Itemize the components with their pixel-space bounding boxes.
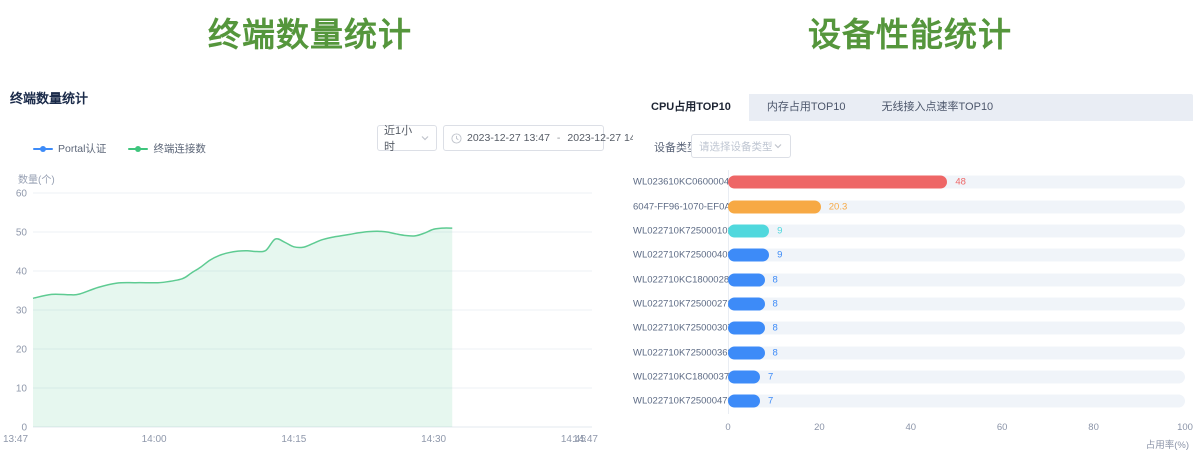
bar-label: WL022710K725000102: [633, 225, 721, 236]
legend-label: Portal认证: [58, 141, 106, 156]
x-axis-tick: 40: [906, 422, 917, 433]
time-range-select[interactable]: 近1小时: [377, 125, 437, 151]
bar[interactable]: [728, 249, 769, 262]
terminal-section-title: 终端数量统计: [0, 8, 620, 56]
bar[interactable]: [728, 200, 821, 213]
bar-track: [728, 395, 1185, 408]
tab-1[interactable]: 内存占用TOP10: [749, 94, 864, 121]
x-axis-tick: 80: [1088, 422, 1099, 433]
bar-value-label: 8: [773, 298, 778, 309]
bar-row: WL022710K725000272 8: [633, 292, 1193, 316]
chevron-down-icon: [420, 133, 430, 143]
bar[interactable]: [728, 322, 765, 335]
bar-value-label: 7: [768, 396, 773, 407]
device-type-placeholder: 请选择设备类型: [699, 139, 773, 154]
bar-value-label: 8: [773, 347, 778, 358]
bar-row: WL022710K725000102 9: [633, 219, 1193, 243]
bar[interactable]: [728, 224, 769, 237]
device-type-select[interactable]: 请选择设备类型: [691, 134, 791, 158]
x-axis-tick: 100: [1177, 422, 1193, 433]
svg-text:14:47: 14:47: [573, 434, 598, 445]
bar[interactable]: [728, 370, 760, 383]
bar-track: [728, 224, 1185, 237]
tab-2[interactable]: 无线接入点速率TOP10: [864, 94, 1012, 121]
legend-marker-icon: [128, 145, 148, 153]
tab-0[interactable]: CPU占用TOP10: [633, 94, 749, 121]
svg-text:60: 60: [16, 189, 28, 200]
svg-text:20: 20: [16, 345, 28, 356]
dashboard: 终端数量统计 设备性能统计 终端数量统计 近1小时 2023-12-27 13:…: [0, 0, 1200, 456]
legend-item-0[interactable]: Portal认证: [33, 141, 106, 156]
bar-track: [728, 370, 1185, 383]
bar-value-label: 48: [955, 177, 966, 188]
bar[interactable]: [728, 346, 765, 359]
date-range-picker[interactable]: 2023-12-27 13:47 - 2023-12-27 14:47: [443, 125, 604, 151]
bar-label: WL022710K725000272: [633, 298, 721, 309]
terminal-panel-title: 终端数量统计: [10, 88, 88, 107]
bar-track: [728, 297, 1185, 310]
bar-chart-x-axis: 0 20 40 60 80 100: [633, 422, 1193, 434]
bar-track: [728, 346, 1185, 359]
svg-text:30: 30: [16, 306, 28, 317]
x-axis-tick: 20: [814, 422, 825, 433]
tab-bar: CPU占用TOP10内存占用TOP10无线接入点速率TOP10: [633, 94, 1193, 121]
bar[interactable]: [728, 395, 760, 408]
svg-text:50: 50: [16, 228, 28, 239]
svg-text:13:47: 13:47: [3, 434, 28, 445]
bar-row: WL022710K725000307 8: [633, 316, 1193, 340]
x-axis-tick: 60: [997, 422, 1008, 433]
bar-row: WL022710K725000409 9: [633, 243, 1193, 267]
svg-text:14:30: 14:30: [421, 434, 446, 445]
bar-value-label: 8: [773, 274, 778, 285]
bar-row: WL022710K725000369 8: [633, 340, 1193, 364]
bar-value-label: 9: [777, 225, 782, 236]
bar-label: WL022710K725000369: [633, 347, 721, 358]
date-start: 2023-12-27 13:47: [467, 132, 550, 144]
bar-label: WL022710K725000470: [633, 396, 721, 407]
bar-label: WL023610KC06000043: [633, 177, 721, 188]
legend-label: 终端连接数: [153, 141, 206, 156]
clock-icon: [451, 133, 462, 144]
bar-track: [728, 249, 1185, 262]
terminal-line-chart[interactable]: 010203040506013:4714:0014:1514:3014:4514…: [0, 186, 620, 456]
bar-row: 6047-FF96-1070-EF0A 20.3: [633, 194, 1193, 218]
x-axis-tick: 0: [725, 422, 730, 433]
bar-label: WL022710K725000409: [633, 250, 721, 261]
y-axis-title: 数量(个): [18, 171, 55, 186]
bar-value-label: 7: [768, 371, 773, 382]
bar-row: WL022710KC18000280 8: [633, 267, 1193, 291]
legend-item-1[interactable]: 终端连接数: [128, 141, 206, 156]
bar-value-label: 9: [777, 250, 782, 261]
svg-text:14:15: 14:15: [281, 434, 306, 445]
bar-chart-x-axis-label: 占用率(%): [1146, 437, 1189, 451]
bar-track: [728, 273, 1185, 286]
chart-legend: Portal认证 终端连接数: [33, 141, 206, 156]
cpu-top10-bar-chart: WL023610KC06000043 48 6047-FF96-1070-EF0A 2…: [633, 170, 1193, 413]
svg-text:40: 40: [16, 267, 28, 278]
bar-label: WL022710KC18000280: [633, 274, 721, 285]
bar-label: WL022710KC18000372: [633, 371, 721, 382]
chevron-down-icon: [773, 141, 783, 151]
device-section-title: 设备性能统计: [620, 8, 1200, 56]
bar-value-label: 20.3: [829, 201, 848, 212]
bar-row: WL023610KC06000043 48: [633, 170, 1193, 194]
device-performance-card: CPU占用TOP10内存占用TOP10无线接入点速率TOP10 设备类型 请选择…: [633, 94, 1193, 456]
legend-marker-icon: [33, 145, 53, 153]
bar[interactable]: [728, 297, 765, 310]
bar[interactable]: [728, 273, 765, 286]
bar-row: WL022710KC18000372 7: [633, 365, 1193, 389]
bar-label: 6047-FF96-1070-EF0A: [633, 201, 721, 212]
bar[interactable]: [728, 176, 947, 189]
bar-label: WL022710K725000307: [633, 323, 721, 334]
svg-text:0: 0: [21, 423, 27, 434]
bar-value-label: 8: [773, 323, 778, 334]
time-range-value: 近1小时: [384, 122, 420, 154]
svg-text:14:00: 14:00: [142, 434, 167, 445]
svg-text:10: 10: [16, 384, 28, 395]
bar-track: [728, 322, 1185, 335]
bar-row: WL022710K725000470 7: [633, 389, 1193, 413]
date-separator: -: [555, 132, 563, 144]
